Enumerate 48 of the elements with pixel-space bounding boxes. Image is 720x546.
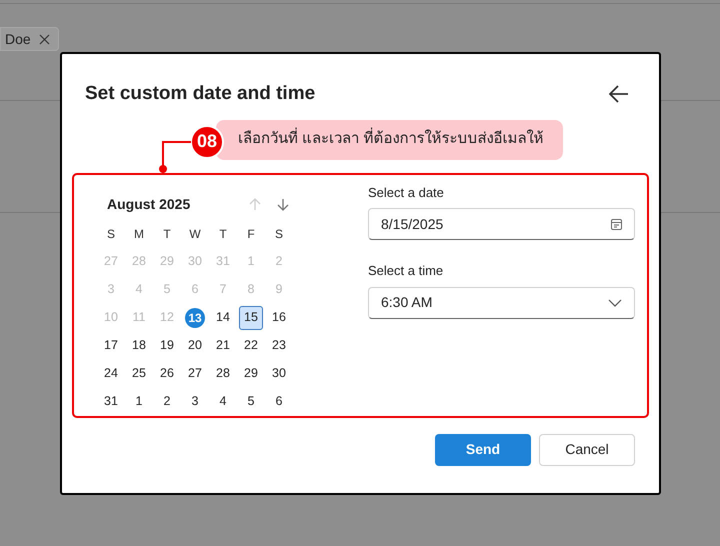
calendar-day[interactable]: 22	[241, 336, 261, 356]
calendar-day[interactable]: 31	[101, 392, 121, 412]
calendar-day[interactable]: 23	[269, 336, 289, 356]
calendar-day[interactable]: 17	[101, 336, 121, 356]
calendar-day[interactable]: 15	[239, 306, 263, 330]
back-arrow-icon[interactable]	[609, 85, 629, 104]
time-dropdown[interactable]: 6:30 AM	[368, 286, 635, 318]
calendar-day[interactable]: 20	[185, 336, 205, 356]
weekday-label: W	[188, 226, 202, 242]
calendar-day[interactable]: 25	[129, 364, 149, 384]
calendar-day[interactable]: 26	[157, 364, 177, 384]
weekday-label: F	[246, 226, 256, 242]
cancel-button[interactable]: Cancel	[539, 434, 635, 466]
calendar-day[interactable]: 3	[185, 392, 205, 412]
calendar-day[interactable]: 30	[269, 364, 289, 384]
calendar-day[interactable]: 6	[269, 392, 289, 412]
chevron-down-icon[interactable]	[608, 298, 622, 306]
calendar-day[interactable]: 18	[129, 336, 149, 356]
annotation-text: เลือกวันที่ และเวลา ที่ต้องการให้ระบบส่งอีเมลให้	[238, 128, 544, 151]
calendar-icon[interactable]	[611, 218, 622, 230]
calendar-day[interactable]: 2	[157, 392, 177, 412]
weekday-label: M	[133, 226, 145, 242]
step-badge: 08	[190, 124, 224, 158]
weekday-label: S	[274, 226, 284, 242]
weekday-label: T	[218, 226, 228, 242]
calendar-day[interactable]: 24	[101, 364, 121, 384]
calendar-day[interactable]: 16	[269, 308, 289, 328]
calendar-day[interactable]: 14	[213, 308, 233, 328]
calendar-day[interactable]: 29	[241, 364, 261, 384]
weekday-label: S	[106, 226, 116, 242]
calendar-day[interactable]: 19	[157, 336, 177, 356]
calendar-day[interactable]: 5	[241, 392, 261, 412]
field-label: Select a date	[368, 184, 445, 202]
calendar-day[interactable]: 27	[185, 364, 205, 384]
date-field[interactable]: 8/15/2025	[368, 208, 635, 240]
field-label: Select a time	[368, 262, 444, 280]
month-label: August 2025	[107, 195, 192, 214]
calendar-day[interactable]: 4	[213, 392, 233, 412]
calendar-day[interactable]: 28	[213, 364, 233, 384]
tab[interactable]: Doe	[0, 27, 59, 51]
send-button[interactable]: Send	[435, 434, 531, 466]
dialog-title: Set custom date and time	[85, 82, 316, 106]
down-arrow-icon[interactable]	[277, 198, 289, 211]
weekday-label: T	[162, 226, 172, 242]
close-icon[interactable]	[38, 34, 50, 44]
calendar-day[interactable]: 13	[185, 308, 205, 328]
calendar-day[interactable]: 21	[213, 336, 233, 356]
calendar-day[interactable]: 1	[129, 392, 149, 412]
